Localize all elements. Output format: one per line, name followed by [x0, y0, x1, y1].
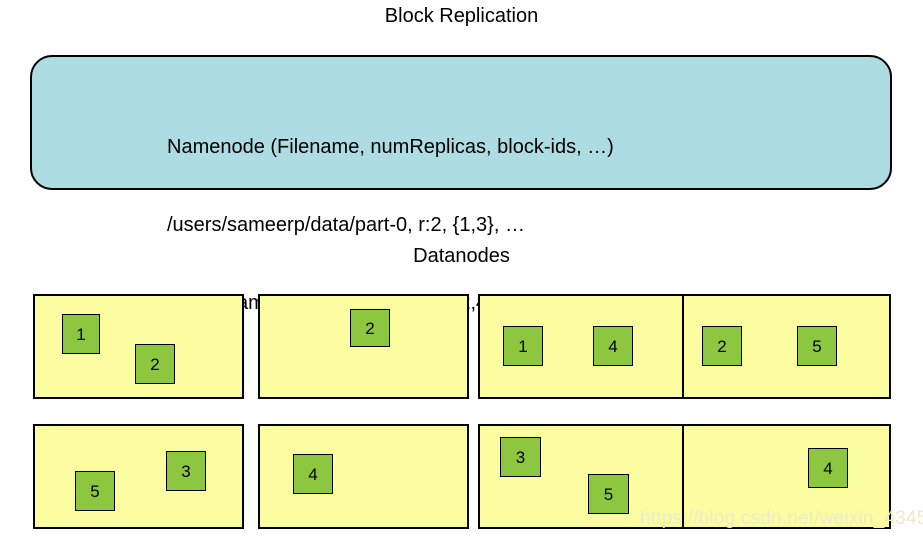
block: 5 — [75, 471, 115, 511]
namenode-panel: Namenode (Filename, numReplicas, block-i… — [30, 55, 892, 314]
datanode-7: 3 5 — [478, 424, 689, 529]
block: 5 — [797, 326, 837, 366]
block: 5 — [588, 474, 629, 514]
page-title: Block Replication — [384, 5, 539, 27]
block: 2 — [702, 326, 742, 366]
block: 4 — [293, 454, 333, 494]
block: 1 — [503, 326, 543, 366]
datanode-1: 1 2 — [33, 294, 244, 399]
block: 2 — [135, 344, 175, 384]
block: 2 — [350, 309, 390, 347]
datanode-6: 4 — [258, 424, 469, 529]
datanode-5: 5 3 — [33, 424, 244, 529]
block: 1 — [62, 314, 100, 354]
block: 4 — [593, 326, 633, 366]
datanode-4: 2 5 — [682, 294, 891, 399]
datanode-2: 2 — [258, 294, 469, 399]
datanode-8: 4 — [682, 424, 891, 529]
block: 4 — [808, 448, 848, 488]
datanode-3: 1 4 — [478, 294, 689, 399]
diagram-canvas: Block Replication Namenode (Filename, nu… — [0, 0, 923, 539]
block: 3 — [500, 437, 541, 477]
namenode-header: Namenode (Filename, numReplicas, block-i… — [167, 136, 614, 158]
namenode-entry-part-0: /users/sameerp/data/part-0, r:2, {1,3}, … — [167, 214, 525, 236]
block: 3 — [166, 451, 206, 491]
datanodes-title: Datanodes — [413, 245, 510, 267]
